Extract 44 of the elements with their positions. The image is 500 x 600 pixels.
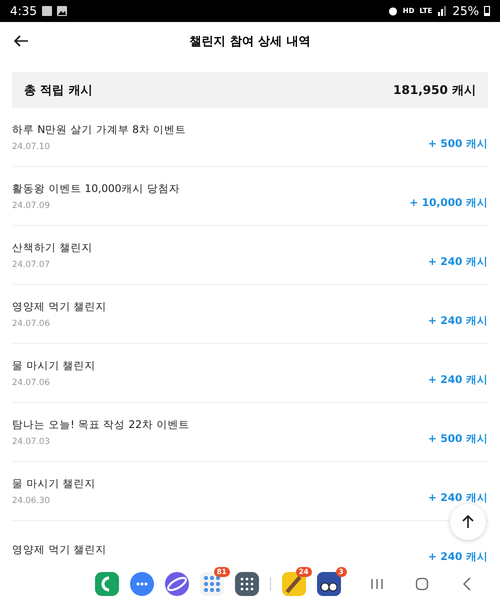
entry-amount: + 240 캐시 [428,255,488,269]
entry-date: 24.07.07 [12,260,51,270]
entry-date: 24.07.10 [12,142,51,152]
planet-app-icon[interactable] [164,572,188,596]
back-chevron-icon [462,577,472,591]
entry-date: 24.06.30 [12,496,51,506]
entry-date: 24.07.06 [12,318,51,328]
entry-amount: + 500 캐시 [428,432,488,446]
entry-title: 하루 N만원 살기 가계부 8차 이벤트 [12,122,186,136]
owl-app-icon[interactable] [316,572,340,596]
entry-title: 물 마시기 챌린지 [12,358,96,372]
entry-title: 활동왕 이벤트 10,000캐시 당첨자 [12,182,180,196]
home-icon [414,577,428,591]
page-title: 챌린지 참여 상세 내역 [188,32,312,50]
total-cash-label: 총 적립 캐시 [24,82,92,98]
app-grid-icon[interactable] [234,572,258,596]
entry-amount: + 10,000 캐시 [409,196,488,210]
entry-title: 산책하기 챌린지 [12,240,92,254]
entry-date: 24.07.09 [12,200,51,210]
entry-title: 탐나는 오늘! 목표 작성 22차 이벤트 [12,418,190,432]
notification-icon [42,6,52,16]
alarm-icon [388,6,398,16]
entry-title: 영양제 먹기 챌린지 [12,300,107,314]
scroll-top-button[interactable] [450,504,486,540]
battery-icon [484,6,490,16]
chat-app-icon[interactable] [130,572,154,596]
entry-title: 영양제 먹기 챌린지 [12,543,107,557]
up-arrow-icon [460,514,476,530]
game-app-icon[interactable] [282,572,306,596]
entry-amount: + 240 캐시 [428,491,488,505]
entry-amount: + 240 캐시 [428,550,488,564]
entry-amount: + 500 캐시 [428,137,488,151]
entry-date: 24.07.06 [12,378,51,388]
entry-date: 24.07.03 [12,436,51,446]
signal-icon [437,6,448,16]
entry-amount: + 240 캐시 [428,373,488,387]
total-cash-value: 181,950 캐시 [393,82,476,98]
image-icon [56,6,67,16]
status-time: 4:35 [10,4,37,18]
entry-title: 물 마시기 챌린지 [12,476,96,490]
recents-icon [370,578,384,590]
battery-percent: 25% [452,4,479,18]
phone-app-icon[interactable] [94,572,118,596]
entry-amount: + 240 캐시 [428,314,488,328]
